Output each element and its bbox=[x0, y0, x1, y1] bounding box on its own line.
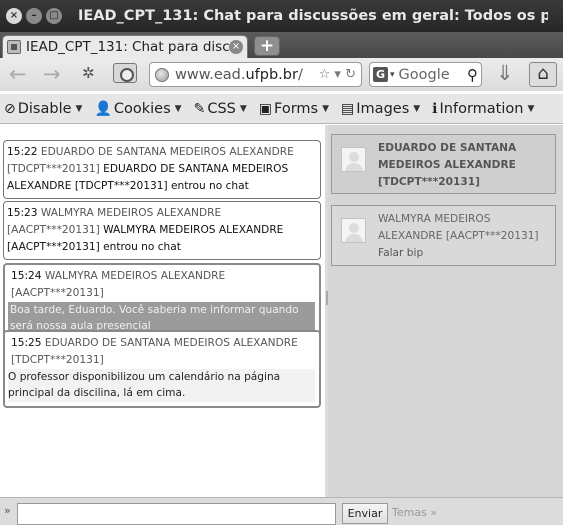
message-author: EDUARDO DE SANTANA MEDEIROS ALEXANDRE [T… bbox=[11, 337, 298, 366]
send-button[interactable]: Enviar bbox=[342, 503, 388, 524]
chevron-down-icon: ▼ bbox=[239, 103, 247, 114]
window-title: IEAD_CPT_131: Chat para discussões em ge… bbox=[78, 8, 548, 24]
disable-icon: ⊘ bbox=[4, 100, 16, 117]
message-text: O professor disponibilizou um calendário… bbox=[8, 368, 315, 403]
search-bar[interactable]: G ▾ Google ⚲ bbox=[369, 62, 482, 87]
tab-label: IEAD_CPT_131: Chat para disc... bbox=[26, 39, 229, 55]
information-menu[interactable]: ℹ Information ▼ bbox=[432, 101, 534, 117]
chat-message: 15:25 EDUARDO DE SANTANA MEDEIROS ALEXAN… bbox=[3, 330, 321, 409]
user-avatar-icon bbox=[341, 147, 366, 172]
url-dropdown-icon[interactable]: ▾ bbox=[334, 67, 341, 82]
web-developer-toolbar: ⊘ Disable ▼ 👤 Cookies ▼ ✎ CSS ▼ ▣ Forms … bbox=[0, 94, 563, 124]
chevron-down-icon: ▼ bbox=[527, 103, 535, 114]
input-prompt-glyph: » bbox=[4, 504, 11, 517]
bookmark-star-icon[interactable]: ☆ bbox=[319, 67, 331, 82]
back-button[interactable]: ← bbox=[9, 62, 27, 86]
window-close-button[interactable]: × bbox=[6, 8, 22, 24]
user-avatar-icon bbox=[341, 218, 366, 243]
chevron-down-icon: ▼ bbox=[413, 103, 421, 114]
user-card-eduardo[interactable]: EDUARDO DE SANTANA MEDEIROS ALEXANDRE [T… bbox=[331, 134, 556, 194]
chat-message: 15:23 WALMYRA MEDEIROS ALEXANDRE [AACPT*… bbox=[3, 201, 321, 261]
cookies-person-icon: 👤 bbox=[94, 100, 112, 117]
user-name: WALMYRA MEDEIROS ALEXANDRE [AACPT***2013… bbox=[378, 213, 539, 242]
information-icon: ℹ bbox=[432, 100, 438, 117]
home-button[interactable]: ⌂ bbox=[529, 62, 557, 87]
screenshot-camera-icon[interactable] bbox=[113, 63, 137, 83]
css-wand-icon: ✎ bbox=[193, 100, 206, 117]
chevron-down-icon: ▼ bbox=[322, 103, 330, 114]
window-titlebar: × – □ IEAD_CPT_131: Chat para discussões… bbox=[0, 0, 563, 32]
tab-chat[interactable]: IEAD_CPT_131: Chat para disc... × bbox=[2, 35, 248, 58]
user-card-walmyra[interactable]: WALMYRA MEDEIROS ALEXANDRE [AACPT***2013… bbox=[331, 205, 556, 266]
window-minimize-button[interactable]: – bbox=[26, 8, 42, 24]
globe-icon bbox=[155, 67, 169, 82]
chevron-down-icon: ▼ bbox=[75, 103, 83, 114]
new-tab-button[interactable]: + bbox=[254, 36, 280, 56]
reload-icon[interactable]: ↻ bbox=[345, 67, 356, 82]
tab-strip: IEAD_CPT_131: Chat para disc... × + bbox=[0, 32, 563, 58]
navigation-bar: ← → ✲ www.ead.ufpb.br/ ☆ ▾ ↻ G ▾ Google … bbox=[0, 58, 563, 91]
forms-menu[interactable]: ▣ Forms ▼ bbox=[259, 101, 329, 117]
message-author: WALMYRA MEDEIROS ALEXANDRE [AACPT***2013… bbox=[11, 270, 226, 299]
magnifier-search-icon[interactable]: ⚲ bbox=[467, 66, 478, 84]
css-label: CSS bbox=[207, 100, 236, 117]
images-label: Images bbox=[356, 100, 410, 117]
url-bar[interactable]: www.ead.ufpb.br/ ☆ ▾ ↻ bbox=[149, 62, 362, 87]
message-time: 15:25 bbox=[11, 337, 42, 349]
message-time: 15:23 bbox=[7, 207, 38, 219]
disable-label: Disable bbox=[17, 100, 72, 117]
moodle-favicon-icon bbox=[7, 40, 21, 54]
user-name: EDUARDO DE SANTANA MEDEIROS ALEXANDRE [T… bbox=[378, 142, 517, 188]
download-arrow-icon[interactable]: ⇓ bbox=[496, 61, 514, 85]
window-maximize-button[interactable]: □ bbox=[46, 8, 62, 24]
information-label: Information bbox=[439, 100, 524, 117]
chevron-down-icon: ▼ bbox=[174, 103, 182, 114]
css-menu[interactable]: ✎ CSS ▼ bbox=[194, 101, 247, 117]
chat-messages-pane: 15:22 EDUARDO DE SANTANA MEDEIROS ALEXAN… bbox=[0, 125, 328, 497]
forms-label: Forms bbox=[274, 100, 319, 117]
settings-gear-icon[interactable]: ✲ bbox=[82, 64, 95, 82]
disable-menu[interactable]: ⊘ Disable ▼ bbox=[4, 101, 82, 117]
url-text[interactable]: www.ead.ufpb.br/ bbox=[175, 67, 303, 83]
images-icon: ▤ bbox=[341, 100, 355, 117]
images-menu[interactable]: ▤ Images ▼ bbox=[341, 101, 420, 117]
tab-close-icon[interactable]: × bbox=[229, 40, 243, 54]
google-engine-icon[interactable]: G bbox=[373, 67, 388, 82]
cookies-menu[interactable]: 👤 Cookies ▼ bbox=[94, 101, 181, 117]
user-status: Falar bip bbox=[378, 246, 424, 259]
chat-message: 15:22 EDUARDO DE SANTANA MEDEIROS ALEXAN… bbox=[3, 140, 321, 200]
message-input[interactable] bbox=[17, 503, 336, 525]
cookies-label: Cookies bbox=[113, 100, 171, 117]
themes-link[interactable]: Temas » bbox=[392, 506, 437, 519]
search-input[interactable]: Google bbox=[399, 67, 450, 83]
forward-button[interactable]: → bbox=[43, 62, 61, 86]
users-list-pane: EDUARDO DE SANTANA MEDEIROS ALEXANDRE [T… bbox=[328, 125, 563, 497]
message-time: 15:24 bbox=[11, 270, 42, 282]
search-engine-caret-icon[interactable]: ▾ bbox=[390, 70, 395, 80]
message-time: 15:22 bbox=[7, 146, 38, 158]
message-input-bar: » Enviar Temas » bbox=[0, 497, 563, 525]
forms-icon: ▣ bbox=[258, 100, 273, 117]
